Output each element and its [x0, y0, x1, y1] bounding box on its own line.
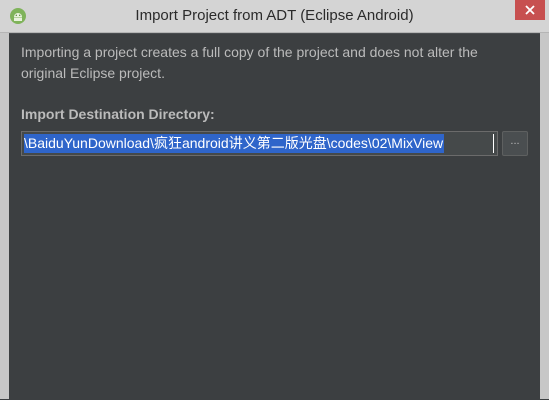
text-caret: [493, 134, 494, 153]
destination-directory-input[interactable]: \BaiduYunDownload\疯狂android讲义第二版光盘\codes…: [21, 131, 498, 156]
close-icon: [525, 5, 535, 15]
close-button[interactable]: [515, 0, 545, 20]
import-dialog: Import Project from ADT (Eclipse Android…: [0, 0, 549, 400]
browse-button[interactable]: ...: [502, 131, 528, 156]
destination-label: Import Destination Directory:: [21, 106, 215, 122]
description-text: Importing a project creates a full copy …: [21, 44, 478, 81]
window-title: Import Project from ADT (Eclipse Android…: [135, 7, 414, 24]
selected-path-text: \BaiduYunDownload\疯狂android讲义第二版光盘\codes…: [24, 134, 445, 153]
ellipsis-icon: ...: [510, 135, 520, 147]
title-bar[interactable]: Import Project from ADT (Eclipse Android…: [0, 0, 549, 33]
dialog-content: Importing a project creates a full copy …: [9, 33, 540, 400]
